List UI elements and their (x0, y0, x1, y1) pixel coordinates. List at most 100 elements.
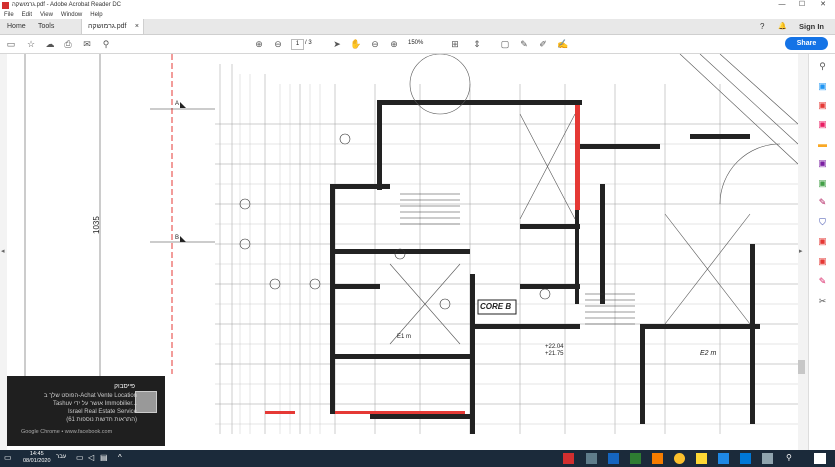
window-title: גרמושקה.pdf - Adobe Acrobat Reader DC (12, 2, 122, 8)
chat-icon[interactable]: ▭ (76, 453, 84, 462)
menu-file[interactable]: File (0, 12, 18, 18)
notification-line-3: Israel Real Estate Service (67, 409, 137, 415)
volume-icon[interactable]: ◁ (88, 453, 94, 462)
windows-start-icon[interactable] (814, 453, 826, 464)
comment-tool-icon[interactable]: ▬ (817, 139, 828, 150)
word-taskbar-icon[interactable] (718, 453, 729, 464)
tab-document[interactable]: גרמושקה.pdf × (81, 19, 144, 34)
notification-thumbnail (135, 391, 157, 413)
zoom-in-icon[interactable]: ⊕ (388, 38, 400, 50)
tab-tools[interactable]: Tools (38, 19, 54, 34)
menu-edit[interactable]: Edit (18, 12, 36, 18)
calculator-taskbar-icon[interactable] (586, 453, 597, 464)
network-icon[interactable]: ▤ (100, 453, 108, 462)
notification-source: Google Chrome • www.facebook.com (21, 429, 113, 435)
prepare-form-icon[interactable]: ✎ (817, 276, 828, 287)
search-icon[interactable]: ⚲ (100, 38, 112, 50)
save-icon[interactable]: ▭ (5, 38, 17, 50)
close-tab-icon[interactable]: × (135, 19, 139, 34)
email-icon[interactable]: ✉ (81, 38, 93, 50)
minimize-button[interactable]: — (773, 0, 791, 10)
combine-files-icon[interactable]: ▣ (817, 158, 828, 169)
level-label-2: +21.75 (545, 351, 564, 357)
menu-bar: File Edit View Window Help (0, 10, 835, 19)
notification-title: פייסבוק (114, 383, 135, 390)
edge-taskbar-icon[interactable] (740, 453, 751, 464)
acrobat-app-icon (2, 1, 9, 9)
draw-icon[interactable]: ✐ (537, 38, 549, 50)
bookmark-star-icon[interactable]: ☆ (25, 38, 37, 50)
prev-page-icon[interactable]: ⊕ (253, 38, 265, 50)
edit-pdf-icon[interactable]: ▣ (817, 119, 828, 130)
toolbar: ▭ ☆ ☁ ⎙ ✉ ⚲ ⊕ ⊖ 1 / 3 ➤ ✋ ⊖ ⊕ 150% ⊞ ⇕ ▢… (0, 35, 835, 54)
facebook-notification-toast[interactable]: פייסבוק הפוסט שלך ב-Achat Vente Location… (7, 376, 165, 446)
print-icon[interactable]: ⎙ (62, 38, 74, 50)
system-clock[interactable]: 14:45 08/01/2020 (23, 451, 51, 465)
language-indicator[interactable]: עבר (56, 454, 66, 460)
section-b-marker: B (175, 235, 180, 241)
page-total: / 3 (305, 40, 312, 46)
section-a-marker: A (175, 101, 180, 107)
notification-line-1: הפוסט שלך ב-Achat Vente Location (43, 393, 137, 399)
select-cursor-icon[interactable]: ➤ (331, 38, 343, 50)
media-taskbar-icon[interactable] (652, 453, 663, 464)
zoom-out-icon[interactable]: ⊖ (369, 38, 381, 50)
next-page-icon[interactable]: ⊖ (272, 38, 284, 50)
clock-date: 08/01/2020 (23, 458, 51, 464)
page-number-input[interactable]: 1 (291, 39, 304, 50)
send-for-review-icon[interactable]: ▣ (817, 256, 828, 267)
organize-pages-icon[interactable]: ▣ (817, 178, 828, 189)
tab-bar: Home Tools גרמושקה.pdf × ? 🔔 Sign In (0, 19, 835, 35)
sign-in-button[interactable]: Sign In (799, 19, 824, 34)
share-button[interactable]: Share (785, 37, 828, 50)
help-icon[interactable]: ? (760, 19, 764, 34)
hand-tool-icon[interactable]: ✋ (350, 38, 362, 50)
close-window-button[interactable]: ✕ (814, 0, 832, 10)
tab-document-label: גרמושקה.pdf (88, 23, 127, 30)
export-pdf-icon[interactable]: ▣ (817, 81, 828, 92)
excel-taskbar-icon[interactable] (630, 453, 641, 464)
tray-expand-icon[interactable]: ^ (118, 453, 122, 462)
menu-window[interactable]: Window (57, 12, 86, 18)
more-tools-icon[interactable]: ✂ (817, 296, 828, 307)
dimension-1035: 1035 (92, 216, 101, 234)
comment-icon[interactable]: ▢ (499, 38, 511, 50)
highlight-pen-icon[interactable]: ✎ (518, 38, 530, 50)
vertical-scrollbar-thumb[interactable] (798, 360, 805, 374)
upload-cloud-icon[interactable]: ☁ (44, 38, 56, 50)
chrome-taskbar-icon[interactable] (674, 453, 685, 464)
bell-icon[interactable]: 🔔 (778, 19, 787, 34)
room-e2-label: E2 m (700, 350, 717, 357)
left-collapse-arrow-icon[interactable]: ◂ (1, 247, 5, 255)
search-tool-icon[interactable]: ⚲ (817, 61, 828, 72)
outlook-taskbar-icon[interactable] (608, 453, 619, 464)
notification-center-icon[interactable]: ▭ (4, 453, 12, 462)
core-b-label: CORE B (480, 302, 512, 311)
title-bar: גרמושקה.pdf - Adobe Acrobat Reader DC — … (0, 0, 835, 10)
compress-pdf-icon[interactable]: ▣ (817, 236, 828, 247)
zoom-select[interactable]: 150% (408, 39, 436, 48)
fit-page-icon[interactable]: ⊞ (449, 38, 461, 50)
menu-view[interactable]: View (36, 12, 57, 18)
right-gutter: ▸ (798, 54, 808, 450)
acrobat-taskbar-icon[interactable] (563, 453, 574, 464)
left-gutter: ◂ (0, 54, 7, 450)
sign-icon[interactable]: ✍ (557, 38, 569, 50)
notification-line-4: (61 התראות חדשות נוספות) (66, 417, 137, 423)
right-tools-panel: ⚲ ▣ ▣ ▣ ▬ ▣ ▣ ✎ ⛉ ▣ ▣ ✎ ✂ (808, 54, 835, 450)
task-view-taskbar-icon[interactable] (762, 453, 773, 464)
tab-home[interactable]: Home (7, 19, 26, 34)
clock-time: 14:45 (29, 451, 44, 457)
menu-help[interactable]: Help (86, 12, 106, 18)
search-taskbar-icon[interactable]: ⚲ (786, 453, 792, 462)
scroll-mode-icon[interactable]: ⇕ (471, 38, 483, 50)
fill-sign-icon[interactable]: ✎ (817, 197, 828, 208)
file-explorer-taskbar-icon[interactable] (696, 453, 707, 464)
right-collapse-arrow-icon[interactable]: ▸ (799, 247, 803, 255)
create-pdf-icon[interactable]: ▣ (817, 100, 828, 111)
maximize-button[interactable]: ☐ (793, 0, 811, 10)
protect-icon[interactable]: ⛉ (817, 217, 828, 228)
level-label-1: +22.04 (545, 344, 564, 350)
room-e1-label: E1 m (397, 334, 412, 340)
windows-taskbar: ▭ 14:45 08/01/2020 עבר ▭ ◁ ▤ ^ ⚲ (0, 450, 835, 467)
